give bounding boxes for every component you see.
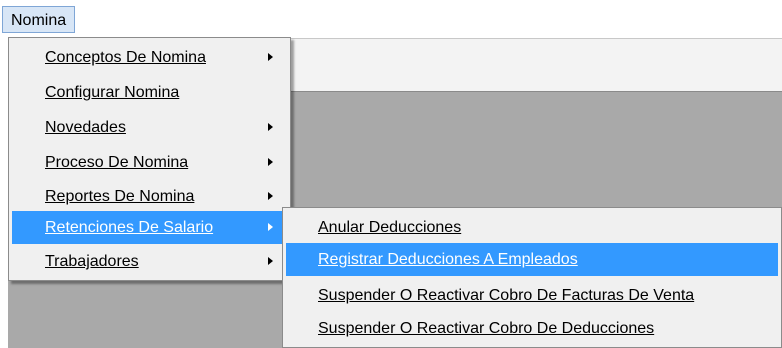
menu-item-proceso-de-nomina[interactable]: Proceso De Nomina — [12, 146, 287, 179]
menu-item-label: Proceso De Nomina — [45, 154, 189, 171]
submenu-item-label: Registrar Deducciones A Empleados — [318, 251, 578, 268]
submenu-item-label: Suspender O Reactivar Cobro De Facturas … — [318, 287, 695, 304]
submenu-arrow-icon — [268, 257, 273, 265]
menu-item-label: Retenciones De Salario — [45, 219, 214, 236]
menu-item-trabajadores[interactable]: Trabajadores — [12, 245, 287, 278]
menu-item-configurar-nomina[interactable]: Configurar Nomina — [12, 76, 287, 109]
menu-item-label: Reportes De Nomina — [45, 188, 195, 205]
submenu-arrow-icon — [268, 53, 273, 61]
submenu-item-anular-deducciones[interactable]: Anular Deducciones — [286, 211, 778, 244]
submenu-arrow-icon — [268, 123, 273, 131]
submenu-item-registrar-deducciones[interactable]: Registrar Deducciones A Empleados — [286, 243, 778, 276]
menu-item-label: Conceptos De Nomina — [45, 49, 206, 66]
submenu-arrow-icon — [268, 223, 273, 231]
submenu-arrow-icon — [268, 192, 273, 200]
menu-item-conceptos-de-nomina[interactable]: Conceptos De Nomina — [12, 41, 287, 74]
menu-item-label: Configurar Nomina — [45, 84, 180, 101]
menu-item-novedades[interactable]: Novedades — [12, 111, 287, 144]
menu-nomina-label: Nomina — [11, 12, 67, 29]
menu-item-label: Novedades — [45, 119, 126, 136]
submenu-item-suspender-deducciones[interactable]: Suspender O Reactivar Cobro De Deduccion… — [286, 312, 778, 345]
menu-bar: Nomina — [0, 0, 782, 36]
menu-item-label: Trabajadores — [45, 253, 139, 270]
menu-nomina[interactable]: Nomina — [2, 6, 76, 33]
submenu-item-suspender-facturas[interactable]: Suspender O Reactivar Cobro De Facturas … — [286, 279, 778, 312]
submenu-item-label: Suspender O Reactivar Cobro De Deduccion… — [318, 320, 655, 337]
menu-item-retenciones-de-salario[interactable]: Retenciones De Salario — [12, 211, 287, 244]
retenciones-submenu: Anular Deducciones Registrar Deducciones… — [282, 207, 782, 348]
submenu-arrow-icon — [268, 158, 273, 166]
nomina-dropdown-menu: Conceptos De Nomina Configurar Nomina No… — [8, 37, 291, 281]
menu-item-reportes-de-nomina[interactable]: Reportes De Nomina — [12, 180, 287, 213]
submenu-item-label: Anular Deducciones — [318, 219, 462, 236]
